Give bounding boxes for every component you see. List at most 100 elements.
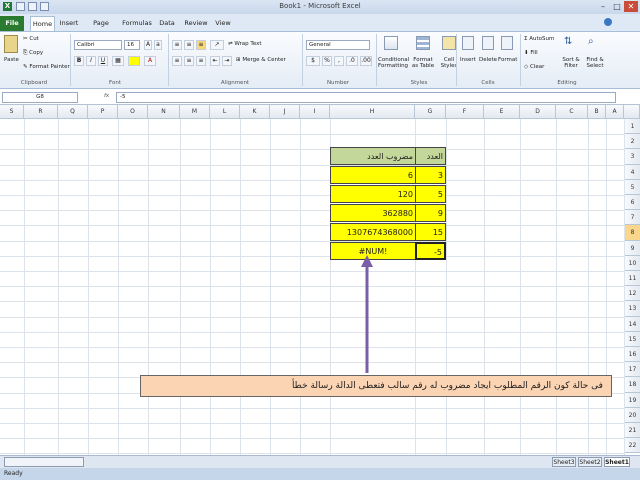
decrease-indent-icon[interactable]: ⇤: [210, 56, 220, 66]
conditional-formatting-button[interactable]: Conditional Formatting: [378, 57, 409, 69]
cell-g6[interactable]: 9: [415, 204, 446, 222]
cell-h5[interactable]: 120: [330, 185, 416, 203]
minimize-icon[interactable]: –: [596, 1, 610, 12]
format-painter-button[interactable]: ✎ Format Painter: [23, 64, 70, 70]
row-header[interactable]: 11: [624, 271, 640, 287]
increase-indent-icon[interactable]: ⇥: [222, 56, 232, 66]
align-middle-icon[interactable]: ≡: [184, 40, 194, 50]
row-header[interactable]: 2: [624, 134, 640, 150]
align-top-icon[interactable]: ≡: [172, 40, 182, 50]
help-icon[interactable]: [604, 18, 612, 26]
underline-icon[interactable]: U: [98, 56, 108, 66]
clear-button[interactable]: ◇ Clear: [524, 64, 544, 70]
sort-filter-button[interactable]: Sort & Filter: [560, 57, 582, 69]
column-header[interactable]: Q: [58, 105, 88, 119]
column-header[interactable]: G: [415, 105, 446, 119]
select-all-corner[interactable]: [624, 105, 640, 119]
tab-file[interactable]: File: [0, 16, 24, 31]
font-color-icon[interactable]: A: [144, 56, 156, 66]
align-left-icon[interactable]: ≡: [172, 56, 182, 66]
align-right-icon[interactable]: ≡: [196, 56, 206, 66]
shrink-font-icon[interactable]: a: [154, 40, 162, 50]
align-bottom-icon[interactable]: ≡: [196, 40, 206, 50]
number-format-select[interactable]: General: [306, 40, 370, 50]
tab-home[interactable]: Home: [30, 16, 55, 31]
name-box[interactable]: G8: [2, 92, 78, 103]
column-header[interactable]: O: [118, 105, 148, 119]
row-header[interactable]: 22: [624, 438, 640, 454]
row-header[interactable]: 10: [624, 255, 640, 271]
orientation-icon[interactable]: ↗: [210, 40, 224, 50]
column-header[interactable]: J: [270, 105, 300, 119]
column-header[interactable]: N: [148, 105, 180, 119]
format-as-table-button[interactable]: Format as Table: [410, 57, 436, 69]
insert-cells-button[interactable]: Insert: [460, 57, 476, 63]
bold-icon[interactable]: B: [74, 56, 84, 66]
paste-icon[interactable]: [4, 35, 18, 53]
column-header[interactable]: K: [240, 105, 270, 119]
paste-button[interactable]: Paste: [4, 57, 19, 63]
column-header[interactable]: B: [588, 105, 606, 119]
row-header[interactable]: 6: [624, 195, 640, 211]
increase-decimal-icon[interactable]: .0: [346, 56, 358, 66]
format-cells-button[interactable]: Format: [498, 57, 517, 63]
percent-icon[interactable]: %: [322, 56, 332, 66]
column-header[interactable]: I: [300, 105, 330, 119]
row-header[interactable]: 17: [624, 362, 640, 378]
tab-page-layout[interactable]: Page Layout: [84, 16, 118, 42]
fx-icon[interactable]: fx: [104, 93, 109, 99]
column-header[interactable]: H: [330, 105, 415, 119]
cell-g5[interactable]: 5: [415, 185, 446, 203]
sheet-tab-sheet2[interactable]: Sheet2: [578, 457, 602, 467]
row-header[interactable]: 16: [624, 347, 640, 363]
row-header[interactable]: 5: [624, 179, 640, 195]
align-center-icon[interactable]: ≡: [184, 56, 194, 66]
column-header[interactable]: A: [606, 105, 624, 119]
formula-input[interactable]: -5: [116, 92, 616, 103]
wrap-text-button[interactable]: ⇌ Wrap Text: [228, 41, 262, 47]
column-header[interactable]: F: [446, 105, 484, 119]
italic-icon[interactable]: I: [86, 56, 96, 66]
grow-font-icon[interactable]: A: [144, 40, 152, 50]
maximize-icon[interactable]: □: [610, 1, 624, 12]
fill-button[interactable]: ⬇ Fill: [524, 50, 538, 56]
borders-icon[interactable]: ▦: [112, 56, 124, 66]
column-header[interactable]: M: [180, 105, 210, 119]
font-name-select[interactable]: Calibri: [74, 40, 122, 50]
column-header[interactable]: L: [210, 105, 240, 119]
row-header[interactable]: 8: [624, 225, 640, 241]
row-header[interactable]: 3: [624, 149, 640, 165]
column-header[interactable]: D: [520, 105, 556, 119]
column-header[interactable]: C: [556, 105, 588, 119]
cell-g7[interactable]: 15: [415, 223, 446, 241]
row-header[interactable]: 12: [624, 286, 640, 302]
cell-h7[interactable]: 1307674368000: [330, 223, 416, 241]
fill-color-icon[interactable]: [128, 56, 140, 66]
horizontal-scrollbar[interactable]: [4, 457, 84, 467]
comma-icon[interactable]: ,: [334, 56, 344, 66]
row-header[interactable]: 1: [624, 119, 640, 135]
row-header[interactable]: 7: [624, 210, 640, 226]
tab-insert[interactable]: Insert: [58, 16, 80, 31]
merge-center-button[interactable]: ⊞ Merge & Center: [236, 57, 286, 63]
tab-review[interactable]: Review: [184, 16, 208, 31]
worksheet-grid[interactable]: SRQPONMLKJIHGFEDCBA 1 2 3 4 5 6 7 8 9 10 11 12 13 14 1…: [0, 105, 640, 455]
sheet-tab-sheet1[interactable]: Sheet1: [604, 457, 630, 467]
row-header[interactable]: 15: [624, 331, 640, 347]
tab-view[interactable]: View: [214, 16, 232, 31]
autosum-button[interactable]: Σ AutoSum: [524, 36, 554, 42]
cell-g4[interactable]: 3: [415, 166, 446, 184]
row-header[interactable]: 4: [624, 164, 640, 180]
font-size-select[interactable]: 16: [124, 40, 140, 50]
redo-icon[interactable]: [40, 2, 49, 11]
row-header[interactable]: 14: [624, 316, 640, 332]
cell-g8-active[interactable]: -5: [415, 242, 446, 260]
find-select-button[interactable]: Find & Select: [584, 57, 606, 69]
sheet-tab-sheet3[interactable]: Sheet3: [552, 457, 576, 467]
tab-formulas[interactable]: Formulas: [122, 16, 152, 31]
save-icon[interactable]: [16, 2, 25, 11]
column-header[interactable]: E: [484, 105, 520, 119]
column-header[interactable]: P: [88, 105, 118, 119]
copy-button[interactable]: ⎘ Copy: [23, 50, 43, 57]
column-header[interactable]: R: [24, 105, 58, 119]
